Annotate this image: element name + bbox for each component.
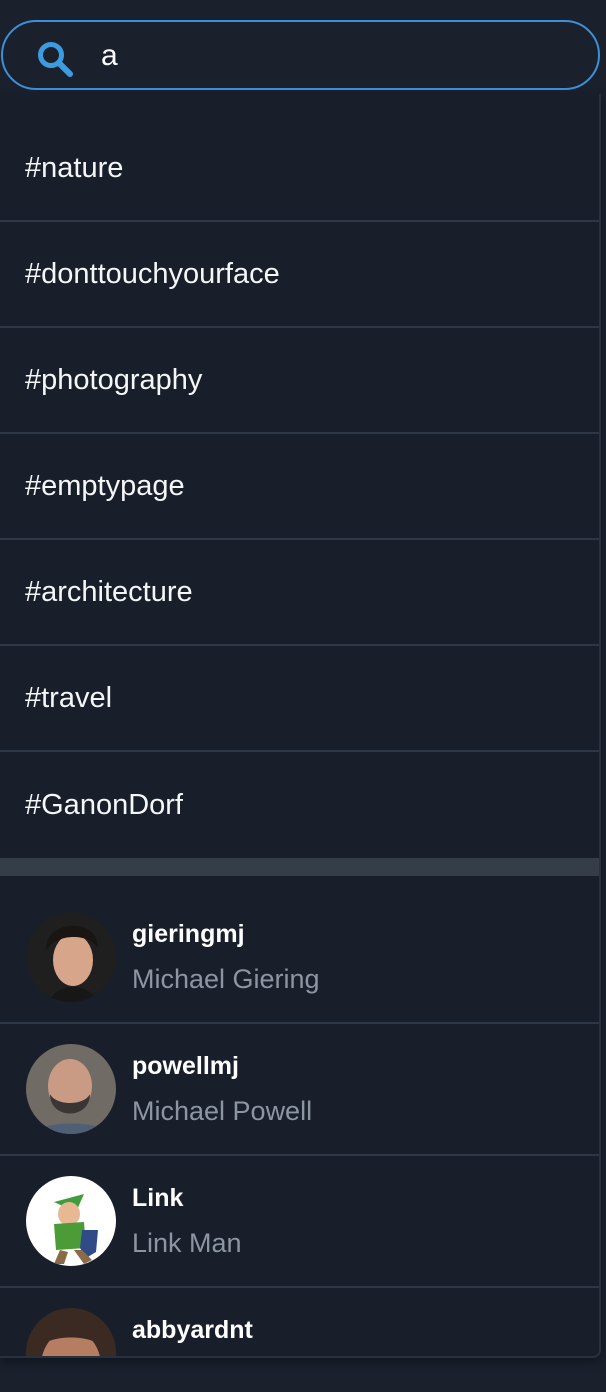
search-results-dropdown: #nature #donttouchyourface #photography …: [0, 94, 601, 1358]
display-name: Link Man: [132, 1228, 242, 1258]
hashtag-result[interactable]: #nature: [0, 94, 599, 222]
avatar: [26, 1308, 116, 1356]
display-name: Michael Giering: [132, 964, 320, 994]
search-icon: [38, 42, 73, 77]
hashtag-result[interactable]: #travel: [0, 646, 599, 752]
user-result[interactable]: Link Link Man: [0, 1156, 599, 1288]
hashtag-result[interactable]: #photography: [0, 328, 599, 434]
avatar: [26, 1044, 116, 1134]
search-bar[interactable]: [1, 20, 600, 90]
hashtag-result[interactable]: #architecture: [0, 540, 599, 646]
section-divider: [0, 858, 599, 876]
hashtag-results: #nature #donttouchyourface #photography …: [0, 94, 599, 858]
user-result[interactable]: abbyardnt: [0, 1288, 599, 1356]
avatar: [26, 912, 116, 1002]
hashtag-result[interactable]: #emptypage: [0, 434, 599, 540]
avatar: [26, 1176, 116, 1266]
username: abbyardnt: [132, 1316, 253, 1344]
hashtag-result[interactable]: #GanonDorf: [0, 752, 599, 858]
username: Link: [132, 1184, 184, 1212]
user-result[interactable]: gieringmj Michael Giering: [0, 876, 599, 1024]
username: gieringmj: [132, 920, 245, 948]
username: powellmj: [132, 1052, 239, 1080]
display-name: Michael Powell: [132, 1096, 313, 1126]
search-input[interactable]: [101, 34, 561, 78]
user-results: gieringmj Michael Giering powellmj Micha…: [0, 876, 599, 1356]
user-result[interactable]: powellmj Michael Powell: [0, 1024, 599, 1156]
hashtag-result[interactable]: #donttouchyourface: [0, 222, 599, 328]
